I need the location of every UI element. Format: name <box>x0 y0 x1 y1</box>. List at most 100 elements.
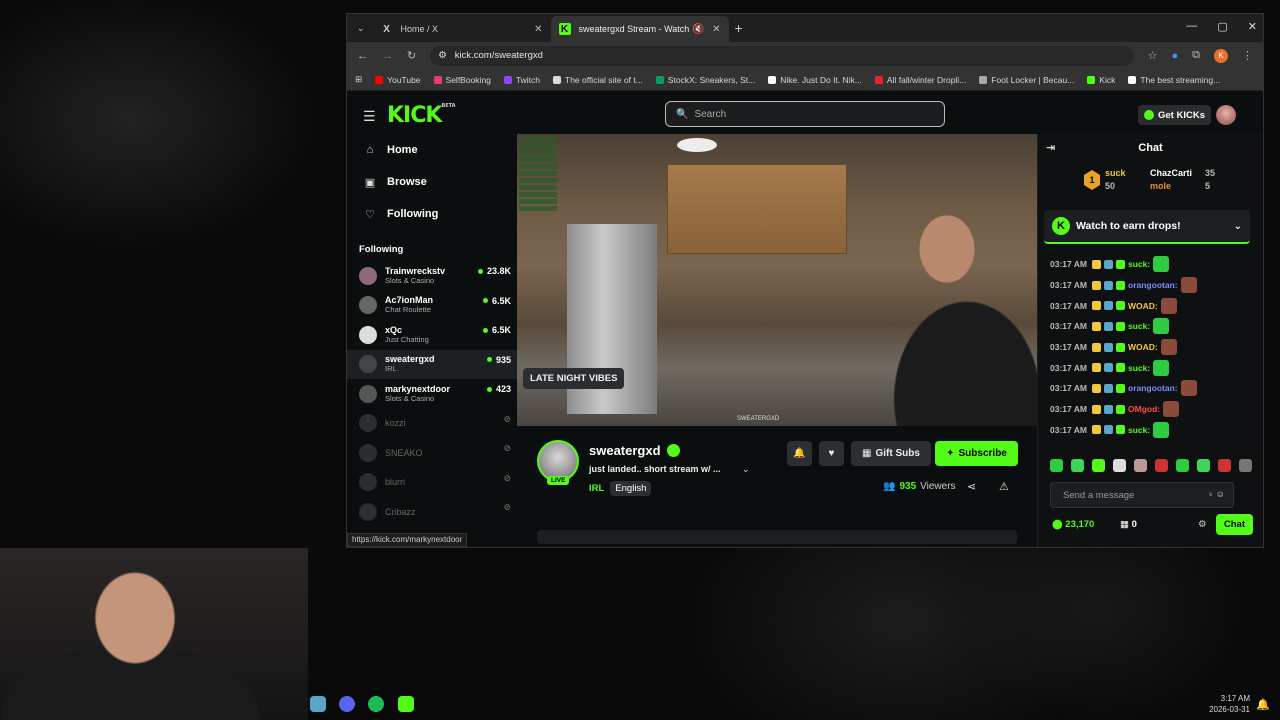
settings-gear-icon[interactable]: ⚙ <box>1198 519 1207 530</box>
user-avatar[interactable] <box>1216 105 1236 125</box>
close-tab-icon[interactable]: ✕ <box>712 24 720 35</box>
emote-icon[interactable] <box>1176 459 1189 472</box>
chevron-down-icon[interactable]: ⌄ <box>742 464 750 475</box>
user-badge-icon <box>1092 321 1102 331</box>
following-item[interactable]: SNEAKO ⊘ <box>347 438 517 468</box>
drops-banner[interactable]: K Watch to earn drops! ⌄ <box>1044 210 1250 244</box>
close-tab-icon[interactable]: ✕ <box>534 24 542 35</box>
site-info-icon[interactable]: ⚙ <box>438 50 447 61</box>
get-kicks-button[interactable]: Get KICKs <box>1138 105 1211 125</box>
tab-kick-stream[interactable]: K sweatergxd Stream - Watch 🔇 ✕ <box>550 16 729 42</box>
bookmark-item[interactable]: The official site of t... <box>553 75 643 85</box>
bookmark-item[interactable]: YouTube <box>375 74 421 85</box>
spotify-icon[interactable] <box>368 696 384 712</box>
emote-icon[interactable] <box>1239 459 1252 472</box>
tab-search-icon[interactable]: ⌄ <box>357 23 365 34</box>
following-item[interactable]: kozzi ⊘ <box>347 409 517 439</box>
nav-browse[interactable]: ▣ Browse <box>347 166 517 198</box>
emote-icon <box>1153 421 1170 438</box>
bookmark-item[interactable]: Kick <box>1087 75 1115 85</box>
emote-icon[interactable] <box>1134 459 1147 472</box>
url-field[interactable]: ⚙ kick.com/sweatergxd <box>430 45 1134 66</box>
emote-icon[interactable] <box>1218 459 1231 472</box>
channel-avatar <box>359 355 377 374</box>
emote-icon[interactable] <box>1155 459 1168 472</box>
notification-icon[interactable]: 🔔 <box>1256 698 1270 711</box>
bookmark-item[interactable]: Twitch <box>503 75 540 85</box>
message-username[interactable]: suck: <box>1128 425 1150 435</box>
bookmark-item[interactable]: Nike. Just Do It. Nik... <box>768 75 862 85</box>
nav-following[interactable]: ♡ Following <box>347 198 517 230</box>
hamburger-menu-icon[interactable]: ☰ <box>363 108 376 125</box>
message-username[interactable]: suck: <box>1128 363 1150 373</box>
following-item[interactable]: markynextdoor Slots & Casino 423 <box>347 379 517 409</box>
emote-icon[interactable] <box>1071 459 1084 472</box>
reload-icon[interactable]: ↻ <box>407 49 416 62</box>
message-username[interactable]: OMgod: <box>1128 404 1160 414</box>
report-icon[interactable]: ⚠ <box>999 480 1009 493</box>
message-username[interactable]: WOAD: <box>1128 342 1158 352</box>
extensions-puzzle-icon[interactable]: ⧉ <box>1192 49 1200 62</box>
message-username[interactable]: WOAD: <box>1128 301 1158 311</box>
notification-bell-button[interactable]: 🔔 <box>787 441 812 466</box>
message-username[interactable]: suck: <box>1128 321 1150 331</box>
get-kicks-label: Get KICKs <box>1158 109 1205 121</box>
share-icon[interactable]: ⋖ <box>967 480 976 493</box>
message-username[interactable]: orangootan: <box>1128 383 1178 393</box>
follow-heart-button[interactable]: ♥ <box>819 441 844 466</box>
new-tab-icon[interactable]: + <box>735 20 743 36</box>
drops-text: Watch to earn drops! <box>1076 220 1181 232</box>
message-username[interactable]: suck: <box>1128 259 1150 269</box>
minimize-icon[interactable]: — <box>1186 20 1197 33</box>
following-item[interactable]: sweatergxd IRL 935 <box>347 349 517 379</box>
close-window-icon[interactable]: ✕ <box>1248 20 1257 33</box>
emote-picker-icon[interactable]: ⍤ ☺ <box>1208 489 1225 500</box>
emote-icon <box>1163 401 1180 418</box>
message-username[interactable]: orangootan: <box>1128 280 1178 290</box>
bookmark-item[interactable]: StockX: Sneakers, St... <box>655 75 755 85</box>
bookmark-item[interactable]: SelfBooking <box>433 75 491 85</box>
back-icon[interactable]: ← <box>357 50 368 62</box>
live-dot-icon <box>477 268 483 274</box>
forward-icon[interactable]: → <box>382 50 393 62</box>
home-icon: ⌂ <box>366 144 374 156</box>
system-clock[interactable]: 3:17 AM 2026-03-31 <box>1209 693 1250 715</box>
following-item[interactable]: xQc Just Chatting 6.5K <box>347 320 517 350</box>
file-explorer-icon[interactable] <box>310 696 326 712</box>
gift-subs-button[interactable]: ▦ Gift Subs <box>851 441 931 466</box>
apps-grid-icon[interactable]: ⊞ <box>355 74 362 85</box>
kick-logo[interactable]: KICKBETA <box>387 103 456 128</box>
send-chat-button[interactable]: Chat <box>1215 514 1253 535</box>
category-link[interactable]: IRL <box>589 483 604 494</box>
channel-name: Ac7ionMan <box>385 295 434 306</box>
channel-name[interactable]: sweatergxd <box>589 443 661 458</box>
kick-app-icon[interactable] <box>398 696 414 712</box>
maximize-icon[interactable]: ▢ <box>1217 20 1227 33</box>
bookmark-label: YouTube <box>387 74 421 85</box>
following-item[interactable]: blurri ⊘ <box>347 468 517 498</box>
bookmark-item[interactable]: All fall/winter Dropli... <box>874 75 966 85</box>
bookmark-star-icon[interactable]: ☆ <box>1148 49 1158 62</box>
bookmark-item[interactable]: Foot Locker | Becau... <box>979 75 1074 85</box>
following-item[interactable]: Cribazz ⊘ <box>347 497 517 527</box>
emote-icon[interactable] <box>1197 459 1210 472</box>
subscribe-button[interactable]: ✦ Subscribe <box>935 441 1018 466</box>
emote-icon[interactable] <box>1092 459 1105 472</box>
emote-icon[interactable] <box>1050 459 1063 472</box>
following-item[interactable]: Trainwreckstv Slots & Casino 23.8K <box>347 261 517 291</box>
mute-tab-icon[interactable]: 🔇 <box>692 24 704 35</box>
language-tag[interactable]: English <box>610 481 652 496</box>
profile-icon[interactable]: K <box>1214 48 1228 63</box>
chat-message-input[interactable]: Send a message ⍤ ☺ <box>1050 482 1234 508</box>
nav-home[interactable]: ⌂ Home <box>347 134 517 166</box>
following-item[interactable]: Ac7ionMan Chat Roulette 6.5K <box>347 291 517 321</box>
bookmark-item[interactable]: The best streaming... <box>1128 75 1220 85</box>
extension-icon[interactable]: ● <box>1171 50 1178 62</box>
chevron-down-icon[interactable]: ⌄ <box>1234 221 1242 232</box>
emote-icon[interactable] <box>1113 459 1126 472</box>
tab-x-home[interactable]: X Home / X ✕ <box>373 16 551 42</box>
search-input[interactable]: 🔍 Search <box>665 101 945 127</box>
menu-dots-icon[interactable]: ⋮ <box>1242 49 1253 62</box>
discord-icon[interactable] <box>339 696 355 712</box>
collapse-chat-icon[interactable]: ⇥ <box>1046 134 1055 162</box>
